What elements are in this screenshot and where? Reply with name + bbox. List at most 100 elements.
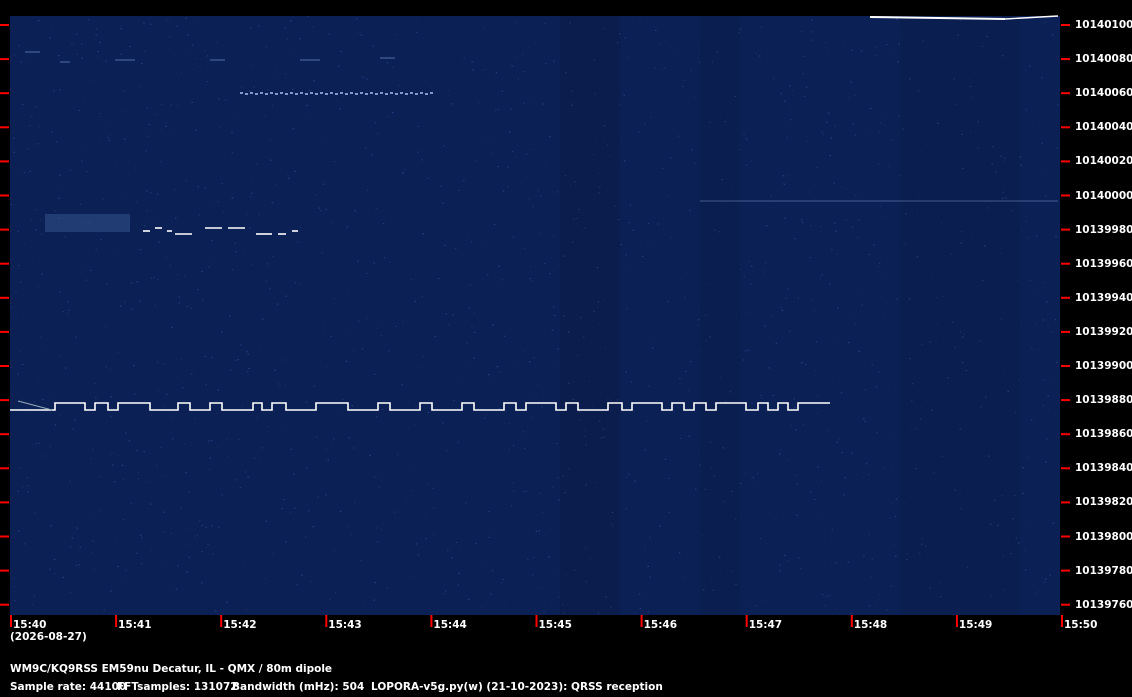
noise-speck: [243, 248, 246, 251]
noise-speck: [648, 222, 650, 225]
noise-speck: [222, 211, 224, 213]
noise-speck: [117, 565, 119, 568]
noise-speck: [834, 222, 836, 224]
noise-speck: [325, 494, 327, 496]
noise-speck: [873, 244, 875, 246]
noise-speck: [883, 318, 886, 320]
noise-speck: [21, 104, 24, 106]
frequency-label: 10140040: [1075, 121, 1132, 134]
noise-speck: [667, 477, 670, 480]
noise-speck: [897, 61, 899, 63]
noise-speck: [26, 477, 29, 479]
noise-speck: [786, 559, 789, 562]
noise-speck: [1037, 349, 1040, 351]
noise-speck: [322, 332, 324, 334]
noise-speck: [353, 447, 355, 449]
noise-speck: [272, 256, 275, 258]
noise-speck: [69, 480, 71, 482]
noise-speck: [82, 97, 84, 99]
noise-speck: [280, 168, 282, 170]
noise-speck: [218, 526, 220, 528]
noise-speck: [327, 459, 329, 461]
noise-speck: [374, 122, 377, 124]
noise-speck: [103, 400, 105, 403]
noise-speck: [819, 226, 822, 228]
noise-speck: [667, 301, 669, 303]
noise-speck: [666, 195, 668, 197]
noise-speck: [78, 109, 80, 112]
noise-speck: [296, 584, 299, 586]
noise-speck: [264, 115, 266, 117]
noise-speck: [427, 411, 429, 414]
frequency-label: 10140000: [1075, 189, 1132, 202]
noise-speck: [18, 467, 21, 469]
noise-speck: [44, 455, 46, 457]
noise-speck: [286, 38, 289, 40]
noise-speck: [529, 335, 531, 337]
noise-speck: [84, 148, 87, 150]
noise-speck: [190, 307, 192, 309]
noise-speck: [129, 45, 131, 48]
noise-speck: [1042, 282, 1045, 284]
noise-speck: [100, 141, 102, 143]
noise-speck: [432, 533, 435, 535]
noise-speck: [246, 371, 249, 373]
noise-speck: [128, 440, 131, 442]
noise-speck: [847, 561, 850, 564]
noise-speck: [343, 95, 345, 97]
noise-speck: [297, 241, 299, 243]
noise-speck: [541, 406, 543, 408]
noise-speck: [836, 253, 838, 255]
noise-speck: [445, 313, 448, 315]
noise-speck: [329, 599, 331, 601]
noise-speck: [508, 423, 511, 425]
noise-speck: [40, 336, 42, 338]
noise-speck: [235, 251, 237, 253]
noise-speck: [333, 160, 336, 163]
noise-speck: [471, 61, 473, 63]
noise-speck: [824, 604, 826, 606]
noise-speck: [380, 335, 382, 337]
noise-speck: [294, 507, 296, 509]
noise-speck: [348, 334, 351, 336]
noise-speck: [160, 103, 163, 105]
noise-speck: [637, 311, 639, 313]
noise-speck: [195, 58, 197, 60]
noise-speck: [374, 582, 376, 584]
noise-speck: [378, 486, 381, 488]
noise-speck: [76, 33, 78, 35]
noise-speck: [160, 129, 163, 131]
noise-speck: [122, 110, 125, 112]
noise-speck: [239, 487, 242, 489]
noise-speck: [417, 151, 420, 153]
noise-speck: [821, 274, 823, 276]
noise-speck: [74, 419, 76, 421]
noise-speck: [382, 223, 385, 225]
noise-speck: [522, 191, 524, 193]
noise-speck: [413, 466, 415, 468]
noise-speck: [625, 268, 628, 270]
noise-speck: [679, 378, 681, 380]
noise-speck: [100, 238, 102, 240]
frequency-label: 10139920: [1075, 325, 1132, 338]
noise-speck: [852, 123, 854, 125]
noise-speck: [204, 355, 206, 357]
noise-speck: [845, 219, 847, 221]
noise-speck: [854, 134, 856, 136]
noise-speck: [229, 315, 231, 317]
noise-speck: [895, 555, 897, 557]
noise-speck: [626, 476, 628, 478]
noise-speck: [19, 281, 22, 283]
noise-speck: [411, 490, 414, 492]
noise-speck: [24, 543, 26, 545]
noise-speck: [786, 137, 788, 139]
noise-speck: [837, 338, 839, 341]
noise-speck: [1029, 279, 1031, 281]
dotted-signal: [385, 93, 388, 95]
noise-speck: [829, 283, 831, 285]
noise-speck: [810, 31, 812, 33]
noise-speck: [1024, 569, 1027, 571]
dotted-signal: [355, 93, 358, 95]
noise-speck: [750, 160, 752, 162]
noise-speck: [830, 137, 833, 139]
